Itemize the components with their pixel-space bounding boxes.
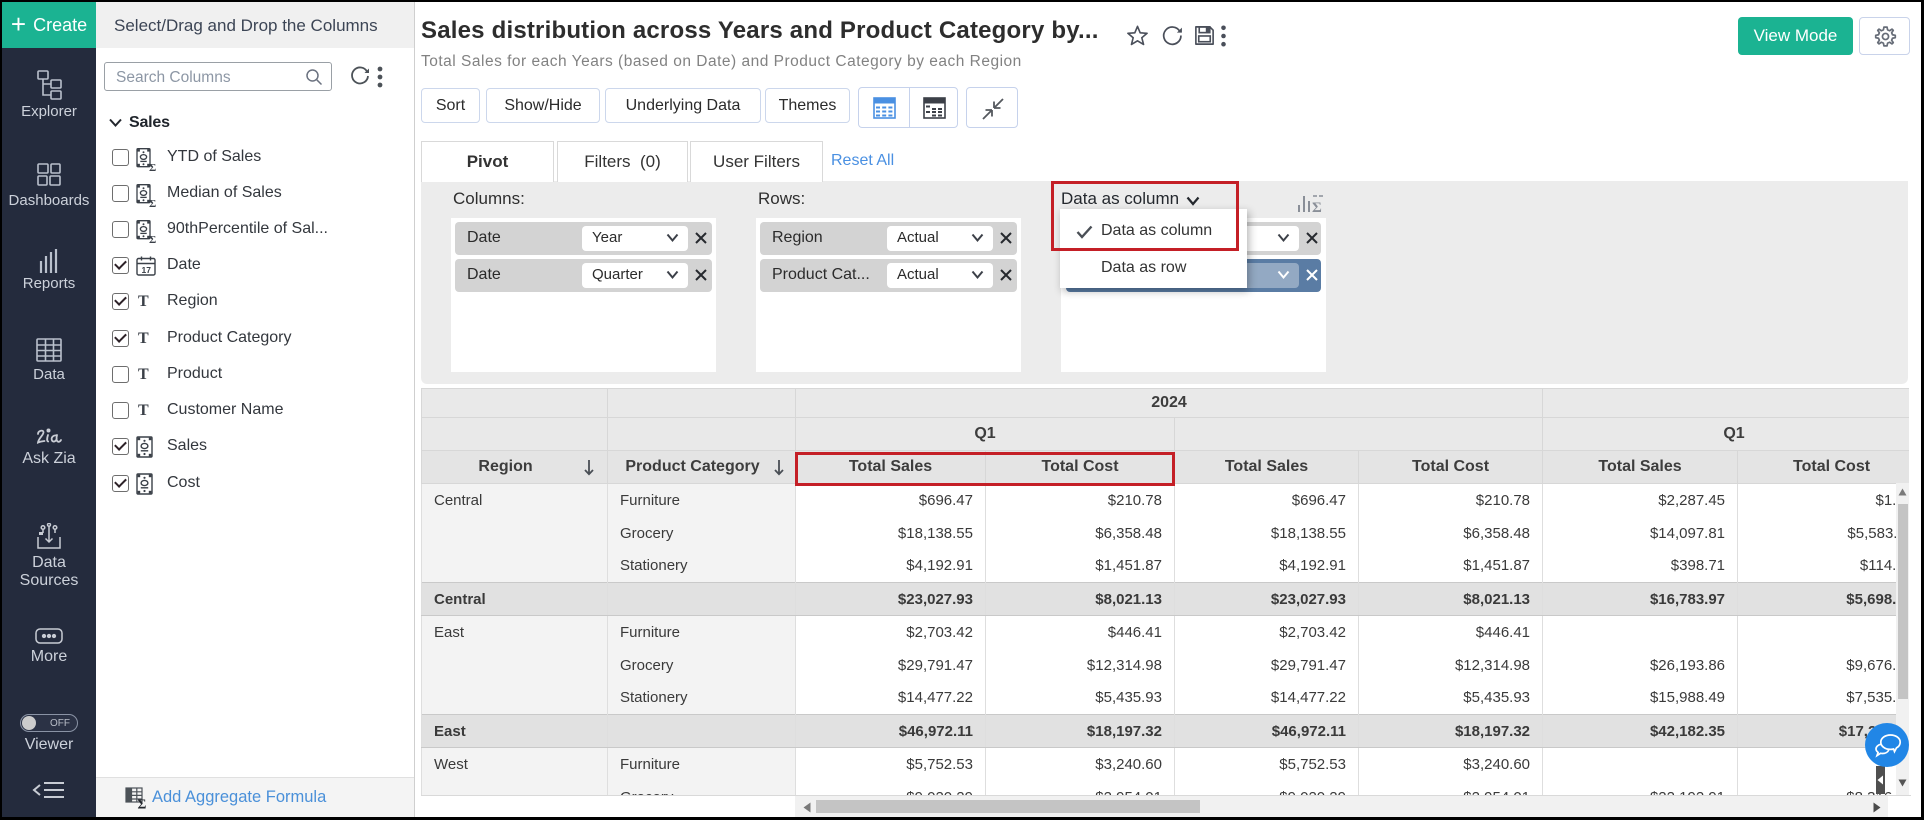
svg-text:Σ: Σ <box>149 162 156 171</box>
svg-text:Σ: Σ <box>138 797 147 812</box>
svg-text:Σ: Σ <box>1312 200 1322 213</box>
svg-text:Σ: Σ <box>149 198 156 207</box>
svg-text:Σ: Σ <box>149 234 156 243</box>
svg-text:17: 17 <box>142 265 152 275</box>
